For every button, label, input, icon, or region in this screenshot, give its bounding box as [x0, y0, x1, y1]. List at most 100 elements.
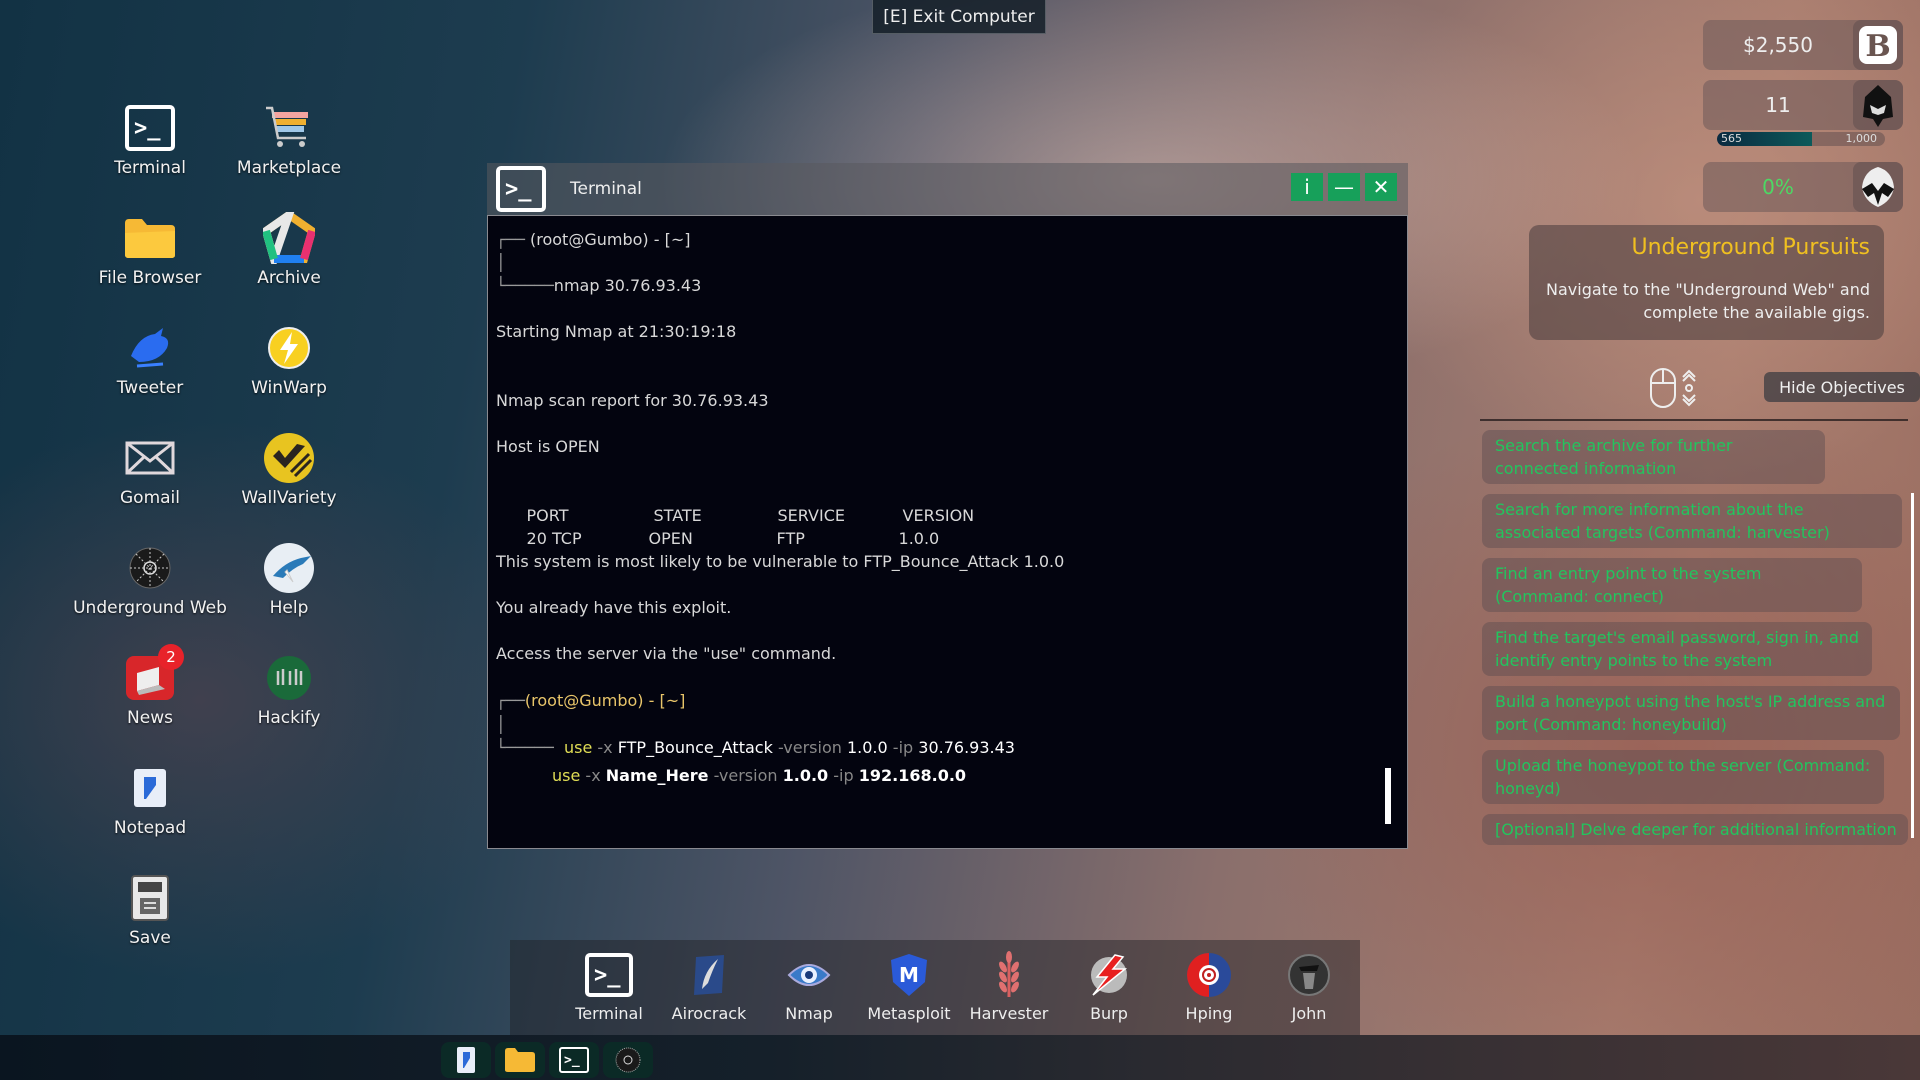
exit-computer-button[interactable]: [E] Exit Computer: [872, 0, 1046, 34]
desktop-icon-label: Save: [129, 928, 171, 948]
xp-progress-bar: 565 1,000: [1717, 132, 1885, 146]
desktop-icon-underground-web[interactable]: Underground Web: [73, 540, 227, 640]
prompt: (root@Gumbo) - [~]: [530, 230, 691, 249]
terminal-icon: >_: [125, 105, 175, 151]
desktop-icon-label: Notepad: [113, 818, 187, 838]
desktop-icon-help[interactable]: Help: [219, 540, 359, 640]
mask-icon: [1853, 162, 1903, 212]
lightning-icon: [261, 320, 317, 376]
host-status-line: Host is OPEN: [496, 437, 600, 456]
xp-max: 1,000: [1845, 132, 1878, 145]
dock-label: Hping: [1185, 1004, 1233, 1023]
desktop-icon-label: Help: [269, 598, 309, 618]
terminal-output[interactable]: ┌── (root@Gumbo) - [~] │ └─────nmap 30.7…: [487, 215, 1408, 849]
cell-port: 20 TCP: [526, 529, 582, 548]
desktop-icon-file-browser[interactable]: File Browser: [80, 210, 220, 310]
text-cursor: [1385, 768, 1391, 824]
dock-item-nmap[interactable]: Nmap: [759, 950, 859, 1023]
desktop-icon-marketplace[interactable]: Marketplace: [219, 100, 359, 200]
objective-item: Find an entry point to the system (Comma…: [1482, 558, 1862, 612]
dark-web-icon: [615, 1047, 641, 1073]
objective-item: Upload the honeypot to the server (Comma…: [1482, 750, 1884, 804]
taskbar-underground-web[interactable]: [603, 1042, 653, 1078]
report-line: Nmap scan report for 30.76.93.43: [496, 391, 769, 410]
xp-current: 565: [1721, 132, 1742, 145]
desktop-icon-label: Archive: [257, 268, 321, 288]
mail-icon: [122, 430, 178, 486]
objective-item: Search for more information about the as…: [1482, 494, 1902, 548]
mission-panel: Underground Pursuits Navigate to the "Un…: [1529, 225, 1884, 340]
minimize-button[interactable]: —: [1328, 173, 1360, 201]
dock-label: Airocrack: [671, 1004, 747, 1023]
dock-label: Harvester: [969, 1004, 1049, 1023]
money-value: $2,550: [1743, 33, 1813, 57]
starting-line: Starting Nmap at 21:30:19:18: [496, 322, 737, 341]
exploit-line: You already have this exploit.: [496, 598, 732, 617]
close-button[interactable]: ✕: [1365, 173, 1397, 201]
dock-item-john[interactable]: John: [1259, 950, 1359, 1023]
tree-line: └─────: [496, 738, 564, 757]
dock-label: Terminal: [575, 1004, 643, 1023]
burp-icon: [1084, 950, 1134, 1000]
use-command: use: [563, 738, 593, 757]
prompt: (root@Gumbo) - [~]: [524, 691, 686, 710]
cell-version: 1.0.0: [898, 529, 940, 548]
flag: -x: [585, 766, 601, 785]
access-hint-line: Access the server via the "use" command.: [496, 644, 837, 663]
tree-line: ┌──: [496, 230, 525, 249]
dock-item-burp[interactable]: Burp: [1059, 950, 1159, 1023]
wheat-icon: [984, 950, 1034, 1000]
target-ip: 192.168.0.0: [858, 766, 967, 785]
desktop-icon-wallvariety[interactable]: WallVariety: [219, 430, 359, 530]
info-button[interactable]: i: [1291, 173, 1323, 201]
terminal-icon: >_: [585, 953, 633, 997]
taskbar-notepad[interactable]: [441, 1042, 491, 1078]
terminal-titlebar[interactable]: >_ Terminal i — ✕: [487, 163, 1408, 215]
desktop-icon-label: News: [127, 708, 173, 728]
vuln-line: This system is most likely to be vulnera…: [496, 552, 1065, 571]
taskbar-terminal[interactable]: >_: [549, 1042, 599, 1078]
dark-web-icon: [122, 540, 178, 596]
command-line: nmap 30.76.93.43: [553, 276, 702, 295]
objective-item: Build a honeypot using the host's IP add…: [1482, 686, 1900, 740]
terminal-window: >_ Terminal i — ✕ ┌── (root@Gumbo) - [~]…: [487, 163, 1408, 849]
tree-line: ┌──: [496, 691, 525, 710]
dock-label: Burp: [1090, 1004, 1128, 1023]
desktop-icon-save[interactable]: Save: [80, 870, 220, 970]
desktop-icon-label: WinWarp: [251, 378, 327, 398]
dock-label: Nmap: [785, 1004, 833, 1023]
save-icon: [122, 870, 178, 926]
desktop-icon-terminal[interactable]: >_ Terminal: [80, 100, 220, 200]
desktop-icon-news[interactable]: 2 News: [80, 644, 220, 750]
taskbar-file-browser[interactable]: [495, 1042, 545, 1078]
flag: -version: [713, 766, 778, 785]
desktop-icon-hackify[interactable]: Hackify: [219, 650, 359, 750]
cart-icon: [261, 100, 317, 156]
notepad-icon: [457, 1047, 475, 1073]
objectives-scrollbar[interactable]: [1911, 493, 1914, 838]
desktop-icon-tweeter[interactable]: Tweeter: [80, 320, 220, 420]
hide-objectives-button[interactable]: Hide Objectives: [1764, 372, 1920, 402]
desktop-icon-label: Gomail: [120, 488, 180, 508]
dock-item-terminal[interactable]: >_ Terminal: [559, 950, 659, 1023]
mission-title: Underground Pursuits: [1631, 235, 1870, 260]
exploit-name: FTP_Bounce_Attack: [617, 738, 773, 757]
dock-label: Metasploit: [867, 1004, 951, 1023]
dock-item-metasploit[interactable]: M Metasploit: [859, 950, 959, 1023]
heat-display: 0%: [1703, 162, 1903, 212]
desktop-icon-label: Hackify: [257, 708, 321, 728]
desktop-icon-archive[interactable]: Archive: [219, 210, 359, 310]
target-ip: 30.76.93.43: [918, 738, 1015, 757]
desktop-icon-gomail[interactable]: Gomail: [80, 430, 220, 530]
use-command: use: [552, 766, 581, 785]
dock-item-hping[interactable]: Hping: [1159, 950, 1259, 1023]
wallpaper-icon: [261, 430, 317, 486]
hackify-icon: [261, 650, 317, 706]
hacker-hood-icon: [1853, 80, 1903, 130]
desktop-icon-winwarp[interactable]: WinWarp: [219, 320, 359, 420]
desktop-icon-notepad[interactable]: Notepad: [80, 760, 220, 860]
level-display: 11: [1703, 80, 1903, 130]
dock-item-harvester[interactable]: Harvester: [959, 950, 1059, 1023]
dock-item-airocrack[interactable]: Airocrack: [659, 950, 759, 1023]
archive-icon: [261, 210, 317, 266]
